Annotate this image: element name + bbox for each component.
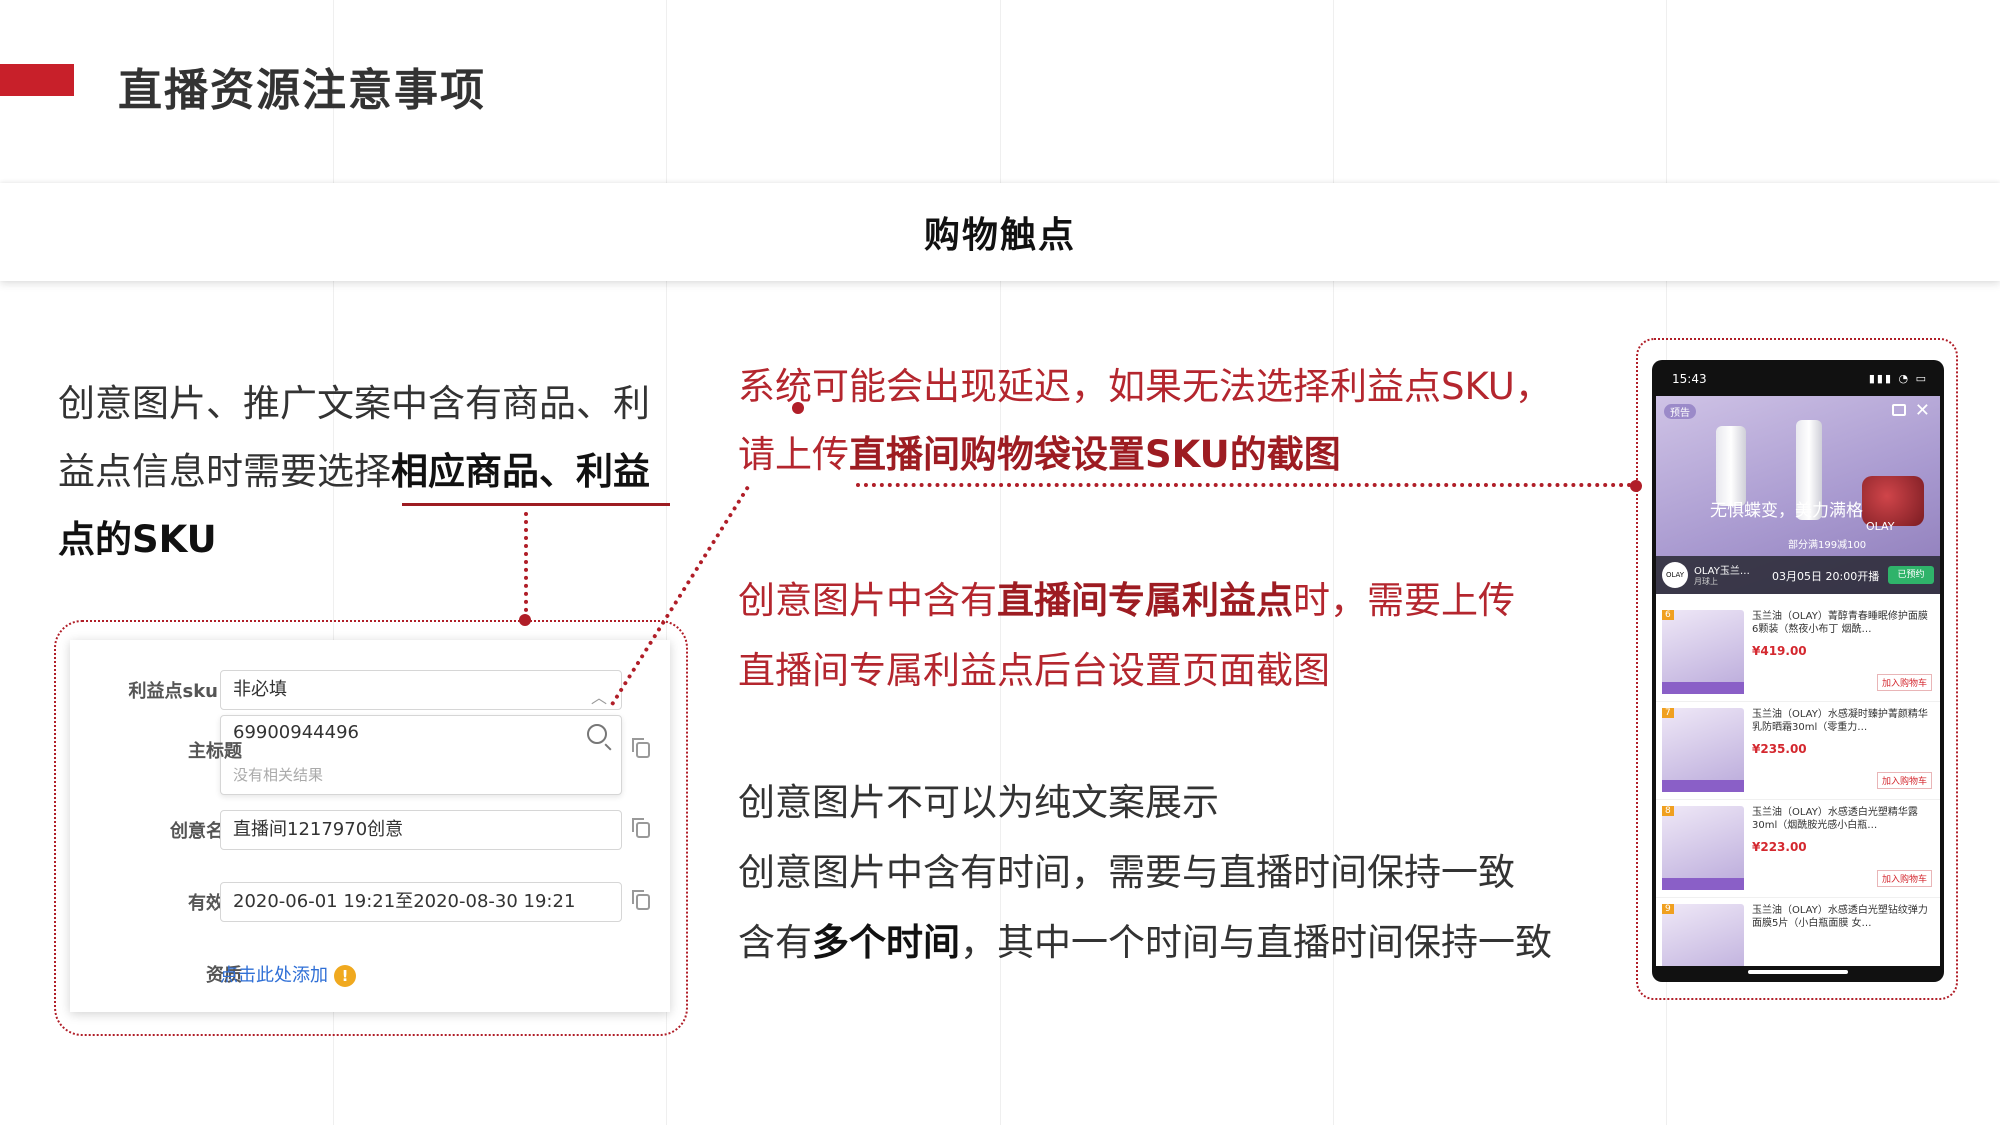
product-price: ¥419.00 — [1752, 644, 1807, 658]
product-item[interactable]: 8 玉兰油（OLAY）水感透白光塑精华露 30ml（烟酰胺光感小白瓶… ¥223.0… — [1656, 800, 1940, 898]
product-thumbnail[interactable] — [1662, 610, 1744, 694]
title-label: 主标题 — [188, 741, 242, 762]
sku-select-value: 非必填 — [233, 679, 287, 700]
product-index: 7 — [1662, 708, 1674, 718]
product-name[interactable]: 玉兰油（OLAY）水感透白光塑钻纹弹力面膜5片（小白瓶面膜 女… — [1752, 904, 1934, 930]
shop-sub: 月球上 — [1694, 577, 1718, 586]
section-title: 购物触点 — [923, 215, 1076, 256]
product-index: 9 — [1662, 904, 1674, 914]
section-header: 购物触点 — [0, 183, 2000, 281]
emphasis-underline — [402, 503, 670, 506]
product-thumbnail[interactable] — [1662, 806, 1744, 890]
copy-icon[interactable] — [632, 818, 650, 838]
product-jar-image — [1862, 476, 1924, 526]
qualification-row: 资质 点击此处添加! — [70, 954, 670, 998]
paragraph-2-line-1: 创意图片中含有直播间专属利益点时，需要上传 — [738, 576, 1515, 626]
left-line-2-bold: 相应商品、利益 — [391, 450, 650, 493]
period-row: 有效期 2020-06-01 19:21至2020-08-30 19:21 — [70, 882, 670, 926]
add-qualification-link[interactable]: 点击此处添加! — [220, 954, 356, 998]
left-line-2-text: 益点信息时需要选择 — [58, 450, 391, 493]
status-time: 15:43 — [1672, 372, 1707, 386]
shop-logo: OLAY — [1662, 562, 1688, 588]
p3-line-3-text: 含有 — [738, 921, 812, 964]
left-line-3: 点的SKU — [58, 506, 688, 574]
paragraph-3-line-1: 创意图片不可以为纯文案展示 — [738, 781, 1219, 824]
share-icon[interactable] — [1892, 404, 1906, 416]
add-to-cart-button[interactable]: 加入购物车 — [1876, 772, 1932, 789]
banner-slogan: 无惧蝶变，美力满格 — [1710, 501, 1863, 521]
product-price: ¥235.00 — [1752, 742, 1807, 756]
left-line-1: 创意图片、推广文案中含有商品、利 — [58, 382, 650, 425]
left-instruction: 创意图片、推广文案中含有商品、利 益点信息时需要选择相应商品、利益 点的SKU — [58, 370, 688, 574]
p3-line-3-bold: 多个时间 — [812, 921, 960, 964]
paragraph-1-line-1: 系统可能会出现延迟，如果无法选择利益点SKU， — [738, 365, 1552, 408]
p2-line-1-text: 创意图片中含有 — [738, 579, 997, 622]
left-line-2: 益点信息时需要选择相应商品、利益 — [58, 438, 688, 506]
copy-icon[interactable] — [632, 890, 650, 910]
connector-vertical — [524, 512, 528, 620]
signal-icon: ▮▮▮ ◔ ▭ — [1868, 372, 1928, 385]
warning-icon: ! — [334, 965, 356, 987]
subscribe-button[interactable]: 已预约 — [1888, 566, 1934, 584]
status-bar: 15:43 ▮▮▮ ◔ ▭ — [1652, 360, 1944, 396]
p2-line-1-post: 时，需要上传 — [1293, 579, 1515, 622]
product-index: 6 — [1662, 610, 1674, 620]
home-indicator — [1748, 970, 1848, 974]
paragraph-2-line-2: 直播间专属利益点后台设置页面截图 — [738, 649, 1330, 692]
connector-horizontal — [856, 483, 1632, 487]
preview-badge: 预告 — [1664, 404, 1696, 419]
add-to-cart-button[interactable]: 加入购物车 — [1876, 674, 1932, 691]
banner-brand: OLAY — [1866, 520, 1895, 533]
name-input[interactable]: 直播间1217970创意 — [220, 810, 622, 850]
add-to-cart-button[interactable]: 加入购物车 — [1876, 870, 1932, 887]
phone-screenshot: 15:43 ▮▮▮ ◔ ▭ 预告 ✕ 无惧蝶变，美力满格 部分满199减100 … — [1652, 360, 1944, 982]
sku-row: 利益点sku 非必填 ︿ — [70, 670, 670, 714]
p2-line-1-bold: 直播间专属利益点 — [997, 579, 1293, 622]
product-thumbnail[interactable] — [1662, 708, 1744, 792]
product-item[interactable]: 7 玉兰油（OLAY）水感凝时臻护菁颜精华乳防晒霜30ml（零重力… ¥235.00… — [1656, 702, 1940, 800]
sku-label-text: 利益点sku — [128, 681, 219, 702]
product-thumbnail[interactable] — [1662, 904, 1744, 966]
left-line-3-bold: 点的SKU — [58, 518, 217, 561]
live-time: 03月05日 20:00开播 — [1772, 570, 1880, 583]
product-price: ¥223.00 — [1752, 840, 1807, 854]
product-item[interactable]: 9 玉兰油（OLAY）水感透白光塑钻纹弹力面膜5片（小白瓶面膜 女… — [1656, 898, 1940, 966]
title-row: 主标题 — [70, 730, 670, 774]
form-panel: 利益点sku 非必填 ︿ 69900944496 没有相关结果 主标题 创意名称 … — [70, 640, 670, 1012]
paragraph-1-line-2: 请上传直播间购物袋设置SKU的截图 — [738, 430, 1341, 480]
close-icon[interactable]: ✕ — [1915, 400, 1930, 421]
p3-line-3-post: ，其中一个时间与直播时间保持一致 — [960, 921, 1552, 964]
banner-promo: 部分满199减100 — [1788, 540, 1867, 551]
add-qualification-text[interactable]: 点击此处添加 — [220, 965, 328, 986]
paragraph-3-line-3: 含有多个时间，其中一个时间与直播时间保持一致 — [738, 918, 1552, 968]
p1-line-2-bold: 直播间购物袋设置SKU的截图 — [849, 433, 1341, 476]
copy-icon[interactable] — [632, 738, 650, 758]
product-item[interactable]: 6 玉兰油（OLAY）菁醇青春睡眠修护面膜6颗装（熬夜小布丁 烟酰… ¥419.00… — [1656, 604, 1940, 702]
product-bottle-image — [1716, 426, 1746, 506]
product-name[interactable]: 玉兰油（OLAY）菁醇青春睡眠修护面膜6颗装（熬夜小布丁 烟酰… — [1752, 610, 1934, 636]
name-row: 创意名称 直播间1217970创意 — [70, 810, 670, 854]
product-index: 8 — [1662, 806, 1674, 816]
product-name[interactable]: 玉兰油（OLAY）水感凝时臻护菁颜精华乳防晒霜30ml（零重力… — [1752, 708, 1934, 734]
shop-bar: OLAY OLAY玉兰… 月球上 03月05日 20:00开播 已预约 — [1656, 556, 1940, 594]
p1-line-2-text: 请上传 — [738, 433, 849, 476]
product-name[interactable]: 玉兰油（OLAY）水感透白光塑精华露 30ml（烟酰胺光感小白瓶… — [1752, 806, 1934, 832]
sku-select[interactable]: 非必填 ︿ — [220, 670, 622, 710]
product-list: 6 玉兰油（OLAY）菁醇青春睡眠修护面膜6颗装（熬夜小布丁 烟酰… ¥419.00… — [1656, 594, 1940, 966]
title-accent-bar — [0, 64, 74, 96]
period-input[interactable]: 2020-06-01 19:21至2020-08-30 19:21 — [220, 882, 622, 922]
shop-name: OLAY玉兰… — [1694, 566, 1750, 577]
chevron-up-icon: ︿ — [590, 688, 607, 707]
paragraph-3-line-2: 创意图片中含有时间，需要与直播时间保持一致 — [738, 851, 1515, 894]
page-title: 直播资源注意事项 — [118, 65, 486, 116]
